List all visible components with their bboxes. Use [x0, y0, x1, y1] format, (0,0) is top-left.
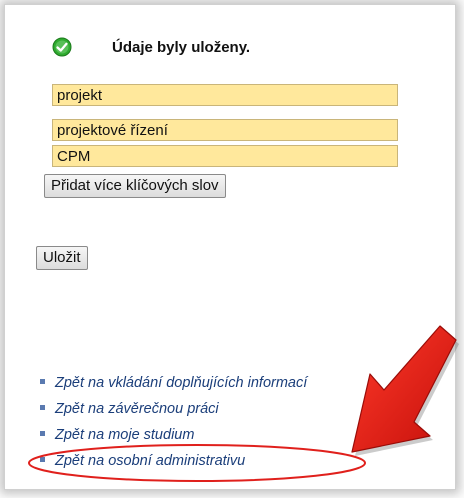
link-back-to-thesis[interactable]: Zpět na závěrečnou práci — [55, 401, 219, 417]
keyword-input-1[interactable] — [52, 84, 398, 106]
save-button[interactable]: Uložit — [36, 246, 88, 270]
list-item: Zpět na moje studium — [40, 422, 307, 448]
bullet-icon — [40, 404, 45, 410]
keyword-input-3[interactable] — [52, 145, 398, 167]
navigation-links: Zpět na vkládání doplňujících informací … — [40, 370, 307, 474]
bullet-icon — [40, 378, 45, 384]
success-text: Údaje byly uloženy. — [112, 38, 251, 56]
success-message: Údaje byly uloženy. — [52, 36, 250, 58]
list-item: Zpět na osobní administrativu — [40, 448, 307, 474]
keyword-input-2[interactable] — [52, 119, 398, 141]
add-more-keywords-button[interactable]: Přidat více klíčových slov — [44, 174, 226, 198]
check-circle-icon — [52, 37, 72, 57]
bullet-icon — [40, 456, 45, 462]
link-back-to-personal-administration[interactable]: Zpět na osobní administrativu — [55, 453, 245, 469]
list-item: Zpět na závěrečnou práci — [40, 396, 307, 422]
bullet-icon — [40, 430, 45, 436]
list-item: Zpět na vkládání doplňujících informací — [40, 370, 307, 396]
link-back-to-my-studies[interactable]: Zpět na moje studium — [55, 427, 194, 443]
link-back-to-additional-info[interactable]: Zpět na vkládání doplňujících informací — [55, 375, 307, 391]
